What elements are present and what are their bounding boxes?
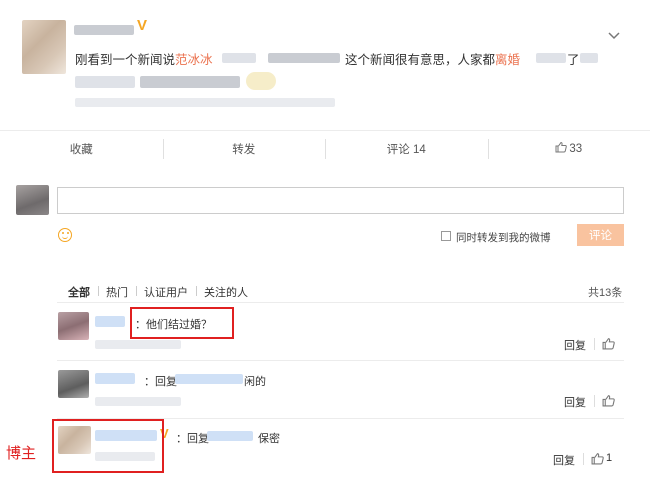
comment-meta [95, 340, 181, 349]
favorite-label: 收藏 [69, 143, 93, 156]
favorite-button[interactable]: 收藏 [0, 131, 163, 166]
reply-button[interactable]: 回复 [564, 337, 586, 353]
comment-total-count: 共13条 [588, 287, 623, 299]
replied-user-name[interactable] [207, 431, 253, 441]
comment-reply-prefix: ：回复 [144, 376, 177, 388]
verified-icon: V [137, 17, 148, 34]
comment-filter-tabs: 全部 热门 认证用户 关注的人 [68, 284, 256, 300]
blurred-text [140, 76, 240, 88]
reply-button[interactable]: 回复 [553, 452, 575, 468]
thumbs-up-icon[interactable] [591, 452, 605, 465]
annotation-highlight-box [130, 307, 234, 339]
blurred-source [75, 98, 335, 107]
post-text: 刚看到一个新闻说范冰冰 [75, 49, 213, 68]
divider [57, 302, 624, 303]
comment-text: 闲的 [244, 376, 266, 388]
tab-following[interactable]: 关注的人 [196, 284, 256, 300]
highlight-word[interactable]: 离婚 [495, 53, 520, 67]
blurred-text [536, 53, 566, 63]
divider [57, 360, 624, 361]
comment-reply-prefix: ：回复 [176, 433, 209, 445]
comment-avatar[interactable] [58, 370, 89, 398]
comment-input[interactable] [57, 187, 624, 214]
blurred-text [268, 53, 340, 63]
my-avatar [16, 185, 49, 215]
forward-checkbox[interactable] [441, 231, 451, 241]
author-avatar[interactable] [22, 20, 66, 74]
post-card: V 刚看到一个新闻说范冰冰 这个新闻很有意思，人家都离婚 了 收藏 转发 评论 … [0, 0, 650, 166]
annotation-highlight-box [52, 419, 164, 473]
thumbs-up-icon[interactable] [602, 337, 616, 350]
tab-all[interactable]: 全部 [68, 284, 98, 300]
forward-checkbox-label[interactable]: 同时转发到我的微博 [456, 230, 551, 245]
dropdown-chevron-icon[interactable] [608, 27, 620, 40]
thumbs-up-icon[interactable] [602, 394, 616, 407]
submit-comment-button[interactable]: 评论 [577, 224, 624, 246]
blurred-text [222, 53, 256, 63]
divider [594, 395, 595, 407]
divider [583, 453, 584, 465]
post-text-end: 了 [567, 53, 580, 67]
divider [594, 338, 595, 350]
comment-text: 保密 [258, 433, 280, 445]
blurred-text [246, 72, 276, 90]
comment-avatar[interactable] [58, 312, 89, 340]
tab-hot[interactable]: 热门 [98, 284, 136, 300]
mention-link[interactable]: 范冰冰 [175, 53, 213, 67]
thumbs-up-icon [555, 141, 568, 156]
replied-user-name[interactable] [175, 374, 243, 384]
post-action-bar: 收藏 转发 评论 14 33 [0, 130, 650, 166]
like-count: 33 [569, 142, 583, 155]
post-text-part: 刚看到一个新闻说 [75, 53, 176, 67]
comment-label: 评论 14 [386, 143, 426, 156]
commenter-name[interactable] [95, 316, 125, 327]
forward-label: 转发 [232, 143, 256, 156]
reply-button[interactable]: 回复 [564, 394, 586, 410]
comment-meta [95, 397, 181, 406]
author-name[interactable] [74, 25, 134, 35]
blurred-text [75, 76, 135, 88]
forward-button[interactable]: 转发 [162, 131, 326, 166]
commenter-name[interactable] [95, 373, 135, 384]
comment-button[interactable]: 评论 14 [325, 131, 488, 166]
blogger-annotation-label: 博主 [6, 445, 37, 462]
like-button[interactable]: 33 [487, 131, 650, 166]
tab-verified-users[interactable]: 认证用户 [136, 284, 196, 300]
comment-like-count: 1 [606, 452, 613, 464]
post-text-continued: 这个新闻很有意思，人家都离婚 [345, 49, 520, 68]
emoji-icon[interactable] [58, 228, 72, 242]
blurred-text [580, 53, 598, 63]
post-text-part: 这个新闻很有意思，人家都 [345, 53, 496, 67]
